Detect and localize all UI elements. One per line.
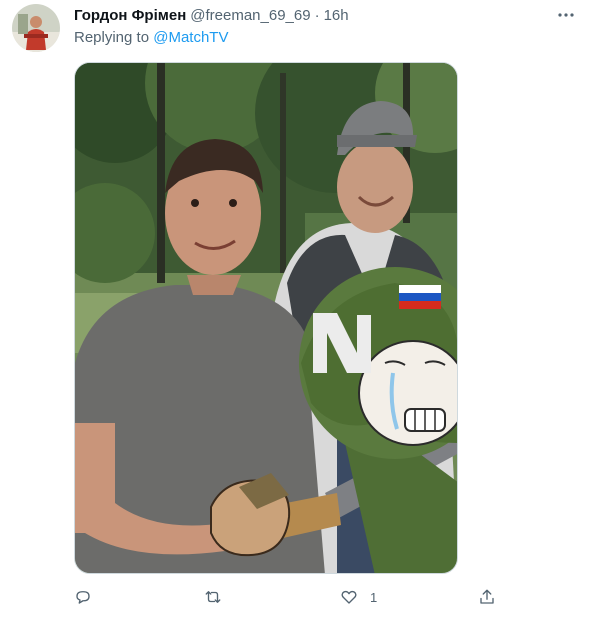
like-count: 1 bbox=[370, 589, 378, 605]
more-icon bbox=[558, 13, 574, 17]
share-button[interactable] bbox=[478, 584, 496, 610]
like-icon bbox=[341, 590, 357, 604]
retweet-button[interactable] bbox=[204, 584, 234, 610]
tweet-timestamp[interactable]: 16h bbox=[324, 7, 349, 24]
author-name[interactable]: Гордон Фрімен bbox=[74, 7, 186, 24]
tweet-image[interactable] bbox=[74, 62, 458, 574]
share-icon bbox=[480, 589, 494, 604]
author-handle[interactable]: @freeman_69_69 bbox=[190, 7, 310, 24]
tweet-header: Гордон Фрімен @freeman_69_69 · 16h bbox=[74, 5, 581, 25]
avatar[interactable] bbox=[12, 4, 60, 52]
retweet-icon bbox=[205, 591, 221, 603]
reply-icon bbox=[76, 591, 90, 604]
replying-to-label: Replying to bbox=[74, 29, 154, 46]
tweet-actions: 1 bbox=[66, 584, 506, 610]
replying-to-mention[interactable]: @MatchTV bbox=[153, 29, 228, 46]
tweet[interactable]: Гордон Фрімен @freeman_69_69 · 16h Reply… bbox=[0, 0, 593, 617]
reply-button[interactable] bbox=[74, 584, 104, 610]
more-options-button[interactable] bbox=[551, 4, 581, 26]
replying-to: Replying to @MatchTV bbox=[74, 29, 228, 46]
separator-dot: · bbox=[314, 6, 320, 24]
like-button[interactable]: 1 bbox=[340, 584, 377, 610]
